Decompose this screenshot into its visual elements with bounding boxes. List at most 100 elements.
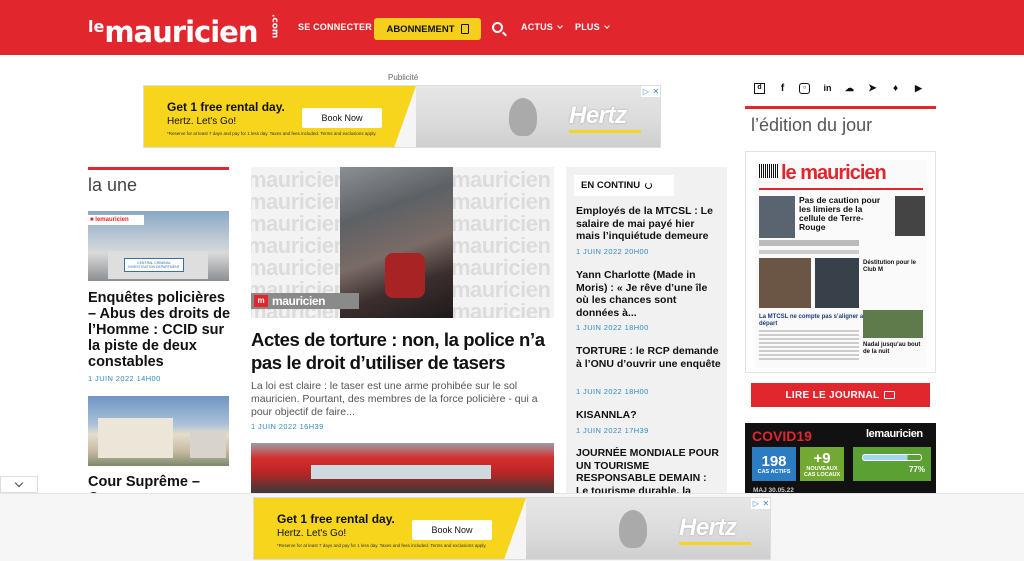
watermark-text: mauricien (451, 255, 551, 280)
main-article-image[interactable]: mauricien mauricien mauricien mauricien … (251, 167, 554, 318)
dailymotion-icon[interactable]: d (754, 83, 765, 94)
watermark-text: mauricien (251, 211, 347, 236)
site-header: lemauricien .com SE CONNECTER ABONNEMENT … (0, 0, 1024, 55)
refresh-icon[interactable] (645, 182, 653, 189)
youtube-icon[interactable]: ▶ (913, 83, 924, 94)
facebook-icon[interactable]: f (777, 83, 788, 94)
la-une-title: la une (88, 175, 138, 195)
covid-logo: lemauricien (866, 428, 923, 440)
paper-photo (815, 258, 859, 308)
continu-item-title[interactable]: JOURNÉE MONDIALE POUR UN TOURISME RESPON… (576, 447, 721, 495)
newspaper-icon (884, 391, 896, 399)
hertz-underline (569, 130, 641, 133)
en-continu-header: EN CONTINU (574, 175, 674, 196)
linkedin-icon[interactable]: in (822, 83, 833, 94)
site-logo[interactable]: lemauricien .com (88, 12, 289, 47)
ad-fine-print: *Reserve for at least 7 days and pay for… (167, 131, 377, 136)
ad-subline: Hertz. Let's Go! (167, 116, 237, 127)
la-une-headline-1[interactable]: Enquêtes policières – Abus des droits de… (88, 290, 233, 370)
vaccination-pct: 77% (908, 465, 925, 474)
en-continu-title: EN CONTINU (581, 180, 641, 191)
nav-actus-label: ACTUS (521, 22, 553, 32)
ad-headline: Get 1 free rental day. (167, 100, 285, 114)
image-logo-badge: m mauricien (251, 293, 359, 309)
paper-headline: Pas de caution pour les limiers de la ce… (799, 195, 881, 232)
logo-dotcom: .com (269, 13, 280, 38)
paper-photo (895, 196, 925, 236)
hertz-underline (679, 542, 751, 545)
continu-item-title[interactable]: Employés de la MTCSL : Le salaire de mai… (576, 205, 721, 243)
watermark-text: mauricien (251, 233, 347, 258)
ad-info-icon: ▷ (752, 499, 759, 508)
soundcloud-icon[interactable]: ☁ (844, 83, 855, 94)
paper-masthead: le mauricien (781, 162, 887, 184)
nouveaux-cas-box: +9 NOUVEAUX CAS LOCAUX (800, 447, 844, 481)
instagram-icon[interactable]: ○ (799, 83, 810, 94)
second-article-image[interactable] (251, 443, 554, 493)
vaccination-box: 77% (853, 447, 931, 481)
covid-title: COVID19 (752, 428, 812, 444)
close-icon: ✕ (762, 499, 770, 508)
continu-item-title[interactable]: KISANNLA? (576, 409, 721, 422)
ad-close-icon[interactable]: ▷ ✕ (751, 498, 770, 509)
paper-subhead: Nadal jusqu’au bout de la nuit (863, 342, 921, 355)
watermark-text: mauricien (451, 277, 551, 302)
watermark-text: mauricien (451, 189, 551, 214)
cas-actifs-value: 198 (761, 452, 787, 470)
watermark-text: mauricien (451, 167, 551, 192)
la-une-thumb-2[interactable] (88, 396, 229, 466)
continu-item-date: 1 JUIN 2022 17H39 (576, 426, 649, 435)
edition-title: l’édition du jour (751, 115, 873, 135)
ad-fine-print: *Reserve for at least 7 days and pay for… (277, 543, 487, 548)
badge-logo-text: mauricien (272, 294, 326, 308)
continu-item-title[interactable]: TORTURE : le RCP demande à l’ONU d’ouvri… (576, 345, 721, 370)
la-une-thumb-1[interactable]: ■ lemauricien CENTRAL CRIMINAL INVESTIGA… (88, 211, 229, 281)
main-article-date: 1 JUIN 2022 16H39 (251, 422, 324, 431)
paper-subhead: La MTCSL ne compte pas s’aligner au dépa… (759, 314, 867, 327)
logo-le: le (88, 17, 105, 36)
watermark-text: mauricien (251, 255, 347, 280)
thumb-sign: CENTRAL CRIMINAL INVESTIGATION DEPARTMEN… (124, 258, 184, 272)
newspaper-cover[interactable]: le mauricien Pas de caution pour les lim… (745, 151, 936, 373)
chevron-down-icon (603, 23, 610, 29)
m-logo-icon: m (254, 295, 268, 307)
search-icon[interactable] (492, 22, 503, 33)
se-connecter-link[interactable]: SE CONNECTER (298, 22, 372, 32)
book-now-button[interactable]: Book Now (302, 108, 382, 128)
book-now-button[interactable]: Book Now (412, 520, 492, 540)
ad-close-icon[interactable]: ▷ ✕ (641, 86, 660, 97)
hertz-logo: Hertz (569, 102, 627, 129)
abonnement-button[interactable]: ABONNEMENT (374, 18, 481, 40)
la-une-date-1: 1 JUIN 2022 14H00 (88, 374, 161, 383)
top-ad-banner[interactable]: Get 1 free rental day. Hertz. Let's Go! … (143, 85, 661, 148)
twitter-icon[interactable]: ♦ (890, 83, 901, 94)
continu-item-date: 1 JUIN 2022 18H00 (576, 387, 649, 396)
paper-photo (759, 196, 795, 238)
main-article-title[interactable]: Actes de torture : non, la police n’a pa… (251, 328, 551, 374)
watermark-text: mauricien (451, 211, 551, 236)
thumb-building (190, 432, 226, 458)
la-une-headline-2[interactable]: Cour Suprême – Oc... (88, 474, 233, 493)
chevron-down-icon (14, 478, 24, 488)
ad-figure (619, 510, 647, 548)
collapse-ad-button[interactable] (0, 476, 38, 493)
paper-photo (759, 258, 811, 308)
pdf-icon (460, 24, 469, 34)
continu-item-date: 1 JUIN 2022 18H00 (576, 323, 649, 332)
bottom-ad-banner[interactable]: Get 1 free rental day. Hertz. Let's Go! … (253, 497, 771, 560)
close-icon: ✕ (652, 87, 660, 96)
lire-le-journal-button[interactable]: LIRE LE JOURNAL (751, 383, 930, 407)
logo-main: mauricien (104, 15, 258, 49)
bus-window (311, 465, 491, 479)
covid-widget[interactable]: COVID19 lemauricien 198 CAS ACTIFS +9 NO… (745, 423, 936, 496)
telegram-icon[interactable]: ➤ (867, 83, 878, 94)
continu-item-title[interactable]: Yann Charlotte (Made in Moris) : « Je rê… (576, 269, 721, 319)
cas-actifs-box: 198 CAS ACTIFS (752, 447, 796, 481)
nav-actus[interactable]: ACTUS (521, 22, 563, 32)
paper-text-line (759, 250, 859, 254)
paper-text-line (759, 240, 859, 246)
watermark-text: mauricien (451, 299, 551, 319)
ad-label: Publicité (388, 73, 419, 82)
paper-photo (863, 310, 923, 338)
nav-plus[interactable]: PLUS (575, 22, 610, 32)
